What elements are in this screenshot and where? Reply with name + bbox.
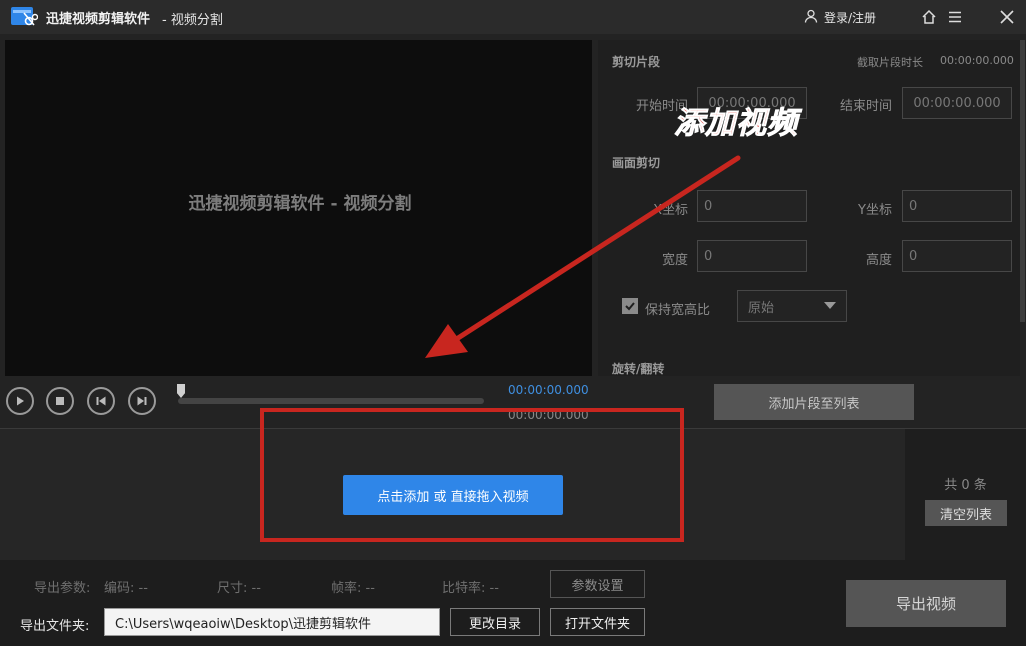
add-clip-to-list-button[interactable]: 添加片段至列表 bbox=[714, 384, 914, 420]
login-label: 登录/注册 bbox=[824, 10, 877, 25]
annotation-caption: 添加视频 bbox=[674, 106, 798, 142]
x-coord-label: X坐标 bbox=[653, 203, 688, 218]
change-directory-button[interactable]: 更改目录 bbox=[450, 608, 540, 636]
cut-section-title: 剪切片段 bbox=[612, 55, 661, 69]
login-register-button[interactable]: 登录/注册 bbox=[804, 7, 876, 27]
export-folder-input[interactable]: C:\Users\wqeaoiw\Desktop\迅捷剪辑软件 bbox=[104, 608, 440, 636]
ratio-select-value: 原始 bbox=[748, 300, 775, 316]
timeline-handle[interactable] bbox=[177, 384, 185, 398]
end-time-input[interactable]: 00:00:00.000 bbox=[902, 87, 1012, 119]
window-subtitle: - 视频分割 bbox=[162, 13, 223, 28]
play-icon bbox=[17, 396, 24, 406]
clip-list-sidebar bbox=[905, 429, 1026, 560]
keep-ratio-checkbox[interactable] bbox=[622, 298, 638, 314]
x-coord-input[interactable]: 0 bbox=[697, 190, 807, 222]
y-coord-label: Y坐标 bbox=[858, 203, 892, 218]
codec-value: 编码: -- bbox=[104, 581, 148, 596]
height-input[interactable]: 0 bbox=[902, 240, 1012, 272]
preview-placeholder-text: 迅捷视频剪辑软件 - 视频分割 bbox=[188, 194, 412, 214]
chevron-down-icon bbox=[824, 302, 836, 309]
home-button[interactable] bbox=[918, 6, 940, 28]
rotate-section-title: 旋转/翻转 bbox=[612, 362, 665, 376]
stop-icon bbox=[56, 397, 64, 405]
stop-button[interactable] bbox=[46, 387, 74, 415]
width-label: 宽度 bbox=[661, 253, 688, 268]
y-coord-input[interactable]: 0 bbox=[902, 190, 1012, 222]
bitrate-value: 比特率: -- bbox=[442, 581, 499, 596]
timeline-track[interactable] bbox=[178, 398, 484, 404]
prev-frame-icon bbox=[96, 396, 106, 406]
next-frame-button[interactable] bbox=[128, 387, 156, 415]
play-button[interactable] bbox=[6, 387, 34, 415]
home-icon bbox=[922, 9, 936, 24]
export-folder-label: 导出文件夹: bbox=[20, 619, 90, 634]
export-video-button[interactable]: 导出视频 bbox=[846, 580, 1006, 627]
add-video-button[interactable]: 点击添加 或 直接拖入视频 bbox=[343, 475, 563, 515]
current-time: 00:00:00.000 bbox=[508, 383, 589, 397]
total-time: 00:00:00.000 bbox=[508, 408, 589, 422]
close-icon bbox=[1000, 10, 1014, 24]
app-title: 迅捷视频剪辑软件 bbox=[46, 12, 151, 27]
next-frame-icon bbox=[137, 396, 147, 406]
app-window: 迅捷视频剪辑软件 - 视频分割 登录/注册 迅捷视频剪辑软件 - 视频分割 00… bbox=[0, 0, 1026, 646]
panel-scrollbar[interactable] bbox=[1020, 40, 1025, 322]
menu-button[interactable] bbox=[944, 6, 966, 28]
keep-ratio-label: 保持宽高比 bbox=[645, 303, 711, 318]
clip-duration-value: 00:00:00.000 bbox=[940, 54, 1014, 67]
close-button[interactable] bbox=[996, 6, 1018, 28]
crop-section-title: 画面剪切 bbox=[612, 156, 661, 170]
checkmark-icon bbox=[625, 302, 635, 311]
prev-frame-button[interactable] bbox=[87, 387, 115, 415]
clip-duration-label: 截取片段时长 bbox=[857, 56, 923, 69]
height-label: 高度 bbox=[865, 253, 892, 268]
fps-value: 帧率: -- bbox=[331, 581, 375, 596]
param-settings-button[interactable]: 参数设置 bbox=[550, 570, 645, 598]
clear-list-button[interactable]: 清空列表 bbox=[925, 500, 1007, 526]
size-value: 尺寸: -- bbox=[217, 581, 261, 596]
app-logo-icon bbox=[10, 5, 39, 29]
ratio-select[interactable]: 原始 bbox=[737, 290, 847, 322]
clip-count: 共 0 条 bbox=[944, 478, 987, 493]
menu-icon bbox=[949, 11, 961, 23]
end-time-label: 结束时间 bbox=[839, 99, 892, 114]
export-params-label: 导出参数: bbox=[34, 581, 91, 596]
open-folder-button[interactable]: 打开文件夹 bbox=[550, 608, 645, 636]
width-input[interactable]: 0 bbox=[697, 240, 807, 272]
user-icon bbox=[804, 9, 818, 26]
